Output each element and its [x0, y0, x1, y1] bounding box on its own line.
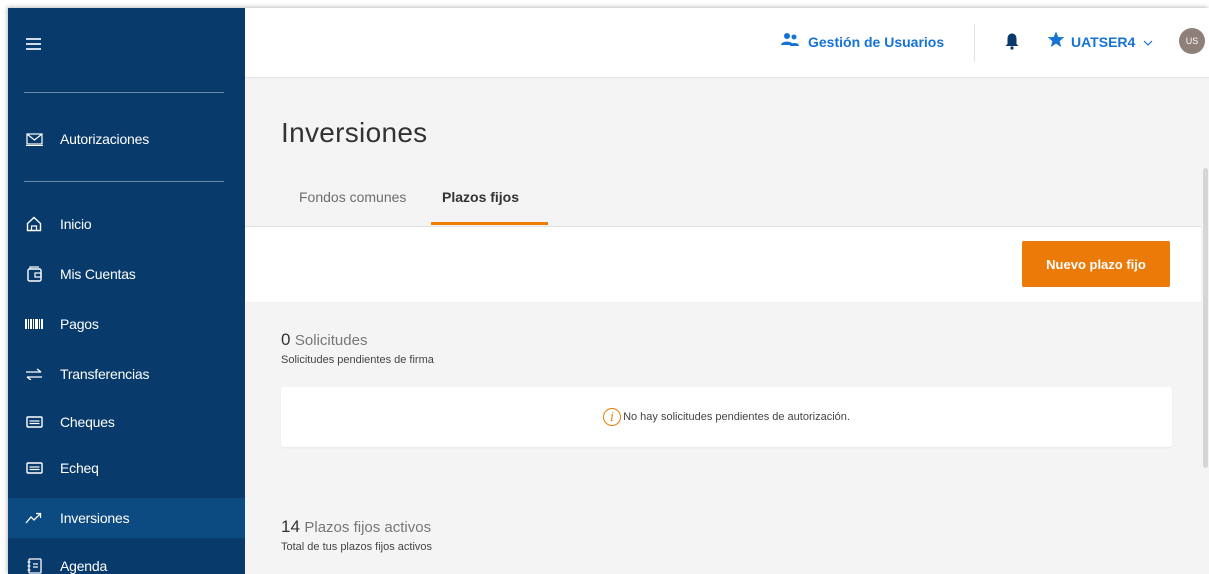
sidebar-item-echeq[interactable]: Echeq — [8, 448, 245, 488]
sidebar: Autorizaciones Inicio Mis Cuentas Pagos — [8, 8, 245, 574]
scrollbar-thumb[interactable] — [1203, 168, 1208, 468]
empty-requests-message: No hay solicitudes pendientes de autoriz… — [623, 411, 850, 423]
requests-count-label: Solicitudes — [294, 332, 368, 349]
bell-icon[interactable] — [1005, 32, 1019, 55]
tab-plazos-fijos[interactable]: Plazos fijos — [442, 189, 519, 205]
sidebar-item-label: Cheques — [60, 414, 115, 430]
sidebar-item-label: Inicio — [60, 216, 92, 232]
empty-requests-card: i No hay solicitudes pendientes de autor… — [281, 387, 1172, 447]
avatar[interactable]: US — [1179, 28, 1205, 54]
sidebar-item-cheques[interactable]: Cheques — [8, 402, 245, 442]
sidebar-divider — [24, 92, 224, 93]
sidebar-item-agenda[interactable]: Agenda — [8, 546, 245, 574]
active-count: 14 Plazos fijos activos — [281, 517, 431, 537]
active-subtitle: Total de tus plazos fijos activos — [281, 541, 433, 553]
sidebar-item-transferencias[interactable]: Transferencias — [8, 354, 245, 394]
requests-subtitle: Solicitudes pendientes de firma — [281, 354, 434, 366]
app-window: Autorizaciones Inicio Mis Cuentas Pagos — [8, 8, 1209, 574]
user-menu[interactable]: UATSER4 — [1047, 31, 1153, 53]
sidebar-item-inversiones[interactable]: Inversiones — [8, 498, 245, 538]
trend-up-icon — [24, 512, 44, 524]
sidebar-item-inicio[interactable]: Inicio — [8, 204, 245, 244]
requests-count: 0 Solicitudes — [281, 330, 367, 350]
menu-icon[interactable] — [26, 38, 41, 50]
top-header: Gestión de Usuarios UATSER4 US — [245, 8, 1209, 78]
scrollbar[interactable] — [1201, 78, 1209, 574]
contacts-icon — [24, 558, 44, 574]
action-bar: Nuevo plazo fijo — [245, 227, 1209, 302]
tab-bar: Fondos comunes Plazos fijos — [245, 183, 1209, 227]
echeq-card-icon — [24, 462, 44, 474]
active-count-number: 14 — [281, 517, 300, 536]
sidebar-item-label: Agenda — [60, 558, 108, 574]
transfer-arrows-icon — [24, 368, 44, 380]
check-card-icon — [24, 416, 44, 428]
wallet-icon — [24, 266, 44, 282]
sidebar-item-mis-cuentas[interactable]: Mis Cuentas — [8, 254, 245, 294]
requests-count-number: 0 — [281, 330, 291, 349]
info-icon: i — [603, 408, 622, 426]
users-icon — [780, 32, 800, 52]
sidebar-item-autorizaciones[interactable]: Autorizaciones — [8, 119, 245, 159]
sidebar-item-label: Inversiones — [60, 510, 130, 526]
sidebar-divider — [24, 181, 224, 182]
gestion-usuarios-label: Gestión de Usuarios — [808, 34, 945, 50]
user-name: UATSER4 — [1071, 34, 1136, 50]
sidebar-item-label: Mis Cuentas — [60, 266, 136, 282]
sidebar-item-label: Autorizaciones — [60, 131, 150, 147]
sidebar-item-label: Echeq — [60, 460, 99, 476]
nuevo-plazo-fijo-button[interactable]: Nuevo plazo fijo — [1022, 241, 1170, 287]
sidebar-item-label: Transferencias — [60, 366, 150, 382]
envelope-icon — [24, 132, 44, 146]
page-title: Inversiones — [281, 117, 428, 148]
active-tab-indicator — [431, 222, 548, 225]
active-count-label: Plazos fijos activos — [304, 519, 432, 536]
sidebar-item-label: Pagos — [60, 316, 99, 332]
home-icon — [24, 216, 44, 232]
tab-fondos-comunes[interactable]: Fondos comunes — [299, 189, 406, 205]
star-icon — [1047, 31, 1065, 53]
sidebar-item-pagos[interactable]: Pagos — [8, 304, 245, 344]
header-divider — [974, 24, 975, 62]
chevron-down-icon — [1143, 33, 1153, 51]
barcode-icon — [24, 319, 44, 329]
gestion-usuarios-link[interactable]: Gestión de Usuarios — [780, 32, 944, 52]
